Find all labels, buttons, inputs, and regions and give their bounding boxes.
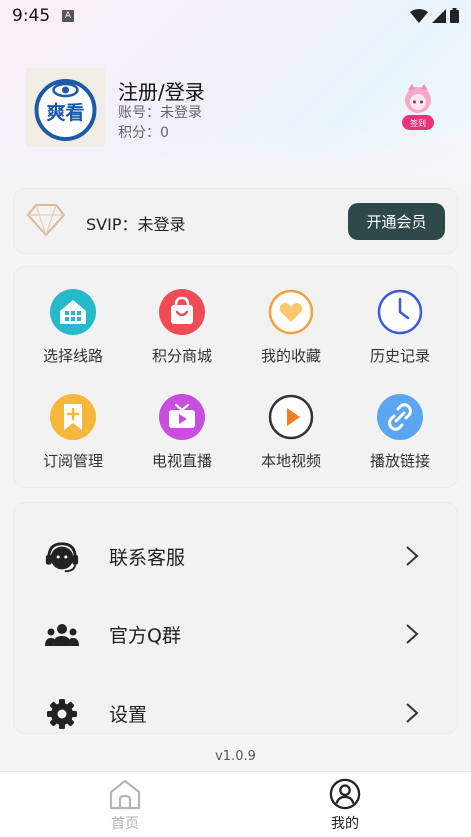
nav-mine-label: 我的 [331,816,359,832]
list-item-customer-service[interactable]: 联系客服 [14,525,459,585]
list-item-label: 官方Q群 [109,625,181,647]
grid-item-label: 本地视频 [260,452,321,470]
signin-mascot-icon: 签到 [402,84,434,130]
status-time: 9:45 [12,6,51,26]
grid-item-label: 我的收藏 [260,347,321,365]
list-item-label: 联系客服 [109,547,186,569]
notification-badge: A [62,10,74,22]
tv-icon [159,394,205,440]
feature-grid: 选择线路 积分商城 我的收藏 历史记录 订阅管理 电视直播 本地视频 播放链接 [13,266,458,488]
grid-item-live-tv[interactable]: 电视直播 [127,394,237,484]
clock-icon [377,289,423,335]
profile-header[interactable]: 爽看 注册/登录 账号：未登录 积分：0 签到 [26,68,446,148]
chevron-right-icon [406,703,419,723]
profile-points: 积分：0 [118,125,169,141]
grid-item-play-link[interactable]: 播放链接 [345,394,455,484]
bookmark-plus-icon [50,394,96,440]
grid-item-local-video[interactable]: 本地视频 [236,394,346,484]
play-icon [268,394,314,440]
svip-card: SVIP：未登录 开通会员 [13,188,458,254]
nav-mine[interactable]: 我的 [305,778,385,833]
grid-item-label: 积分商城 [151,347,212,365]
grid-item-label: 订阅管理 [42,452,103,470]
headset-icon [44,539,80,575]
signal-icon [432,8,446,23]
grid-item-label: 电视直播 [151,452,212,470]
grid-item-favorites[interactable]: 我的收藏 [236,289,346,379]
svip-status: SVIP：未登录 [86,215,186,234]
svg-text:签到: 签到 [410,118,426,128]
home-icon [109,779,141,810]
list-item-label: 设置 [109,704,148,726]
app-logo-icon: 爽看 [34,79,97,141]
chevron-right-icon [406,546,419,566]
list-item-qq-group[interactable]: 官方Q群 [14,603,459,663]
grid-item-subscriptions[interactable]: 订阅管理 [18,394,128,484]
status-icons [410,8,459,23]
profile-name[interactable]: 注册/登录 [118,76,205,105]
status-bar: 9:45 A [0,0,471,34]
signin-button[interactable]: 签到 [396,82,440,134]
gear-icon [44,696,80,732]
profile-account: 账号：未登录 [118,105,202,121]
open-vip-button[interactable]: 开通会员 [348,203,445,240]
nav-home-label: 首页 [111,816,139,832]
avatar[interactable]: 爽看 [26,68,105,147]
heart-icon [268,289,314,335]
svg-text:爽看: 爽看 [46,101,84,124]
bottom-nav: 首页 我的 [0,771,471,837]
route-icon [50,289,96,335]
app-version: v1.0.9 [215,749,256,764]
link-icon [377,394,423,440]
settings-list: 联系客服 官方Q群 设置 [13,502,458,734]
group-icon [44,617,80,653]
grid-item-label: 选择线路 [42,347,103,365]
nav-home[interactable]: 首页 [85,778,165,833]
wifi-icon [410,8,428,23]
user-circle-icon [329,778,361,810]
chevron-right-icon [406,624,419,644]
diamond-icon [26,204,66,237]
grid-item-history[interactable]: 历史记录 [345,289,455,379]
grid-item-shop[interactable]: 积分商城 [127,289,237,379]
grid-item-label: 播放链接 [369,452,430,470]
list-item-settings[interactable]: 设置 [14,682,459,742]
grid-item-route[interactable]: 选择线路 [18,289,128,379]
shop-bag-icon [159,289,205,335]
grid-item-label: 历史记录 [369,347,430,365]
battery-icon [450,8,459,23]
